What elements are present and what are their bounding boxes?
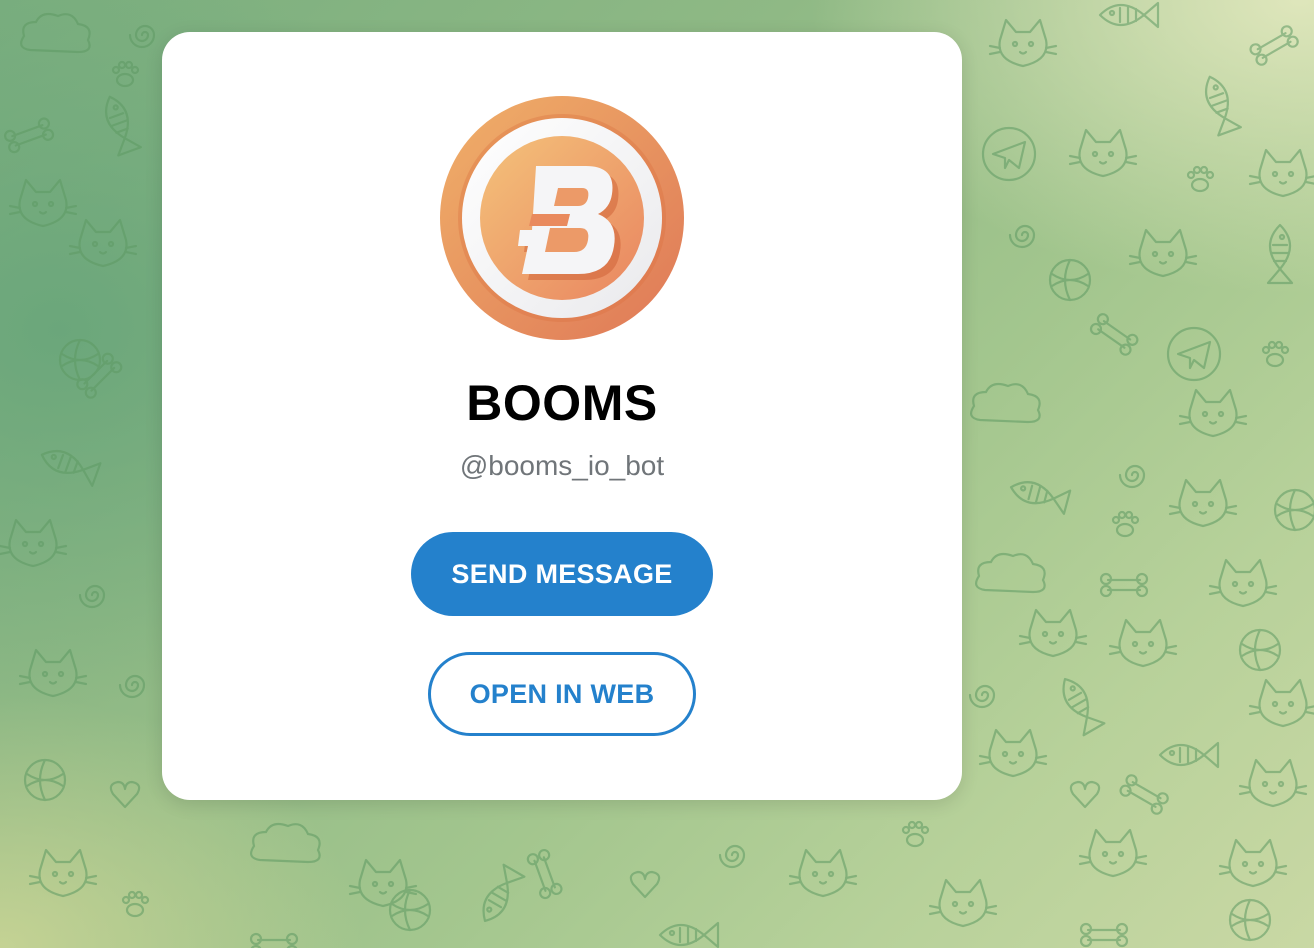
send-message-button[interactable]: SEND MESSAGE [411, 532, 713, 616]
bot-username: @booms_io_bot [459, 450, 665, 481]
bot-name: BOOMS [466, 375, 658, 431]
open-in-web-button[interactable]: OPEN IN WEB [428, 652, 696, 736]
booms-b-coin-icon [440, 96, 684, 340]
bot-profile-card: BOOMS @booms_io_bot SEND MESSAGE OPEN IN… [162, 32, 962, 800]
